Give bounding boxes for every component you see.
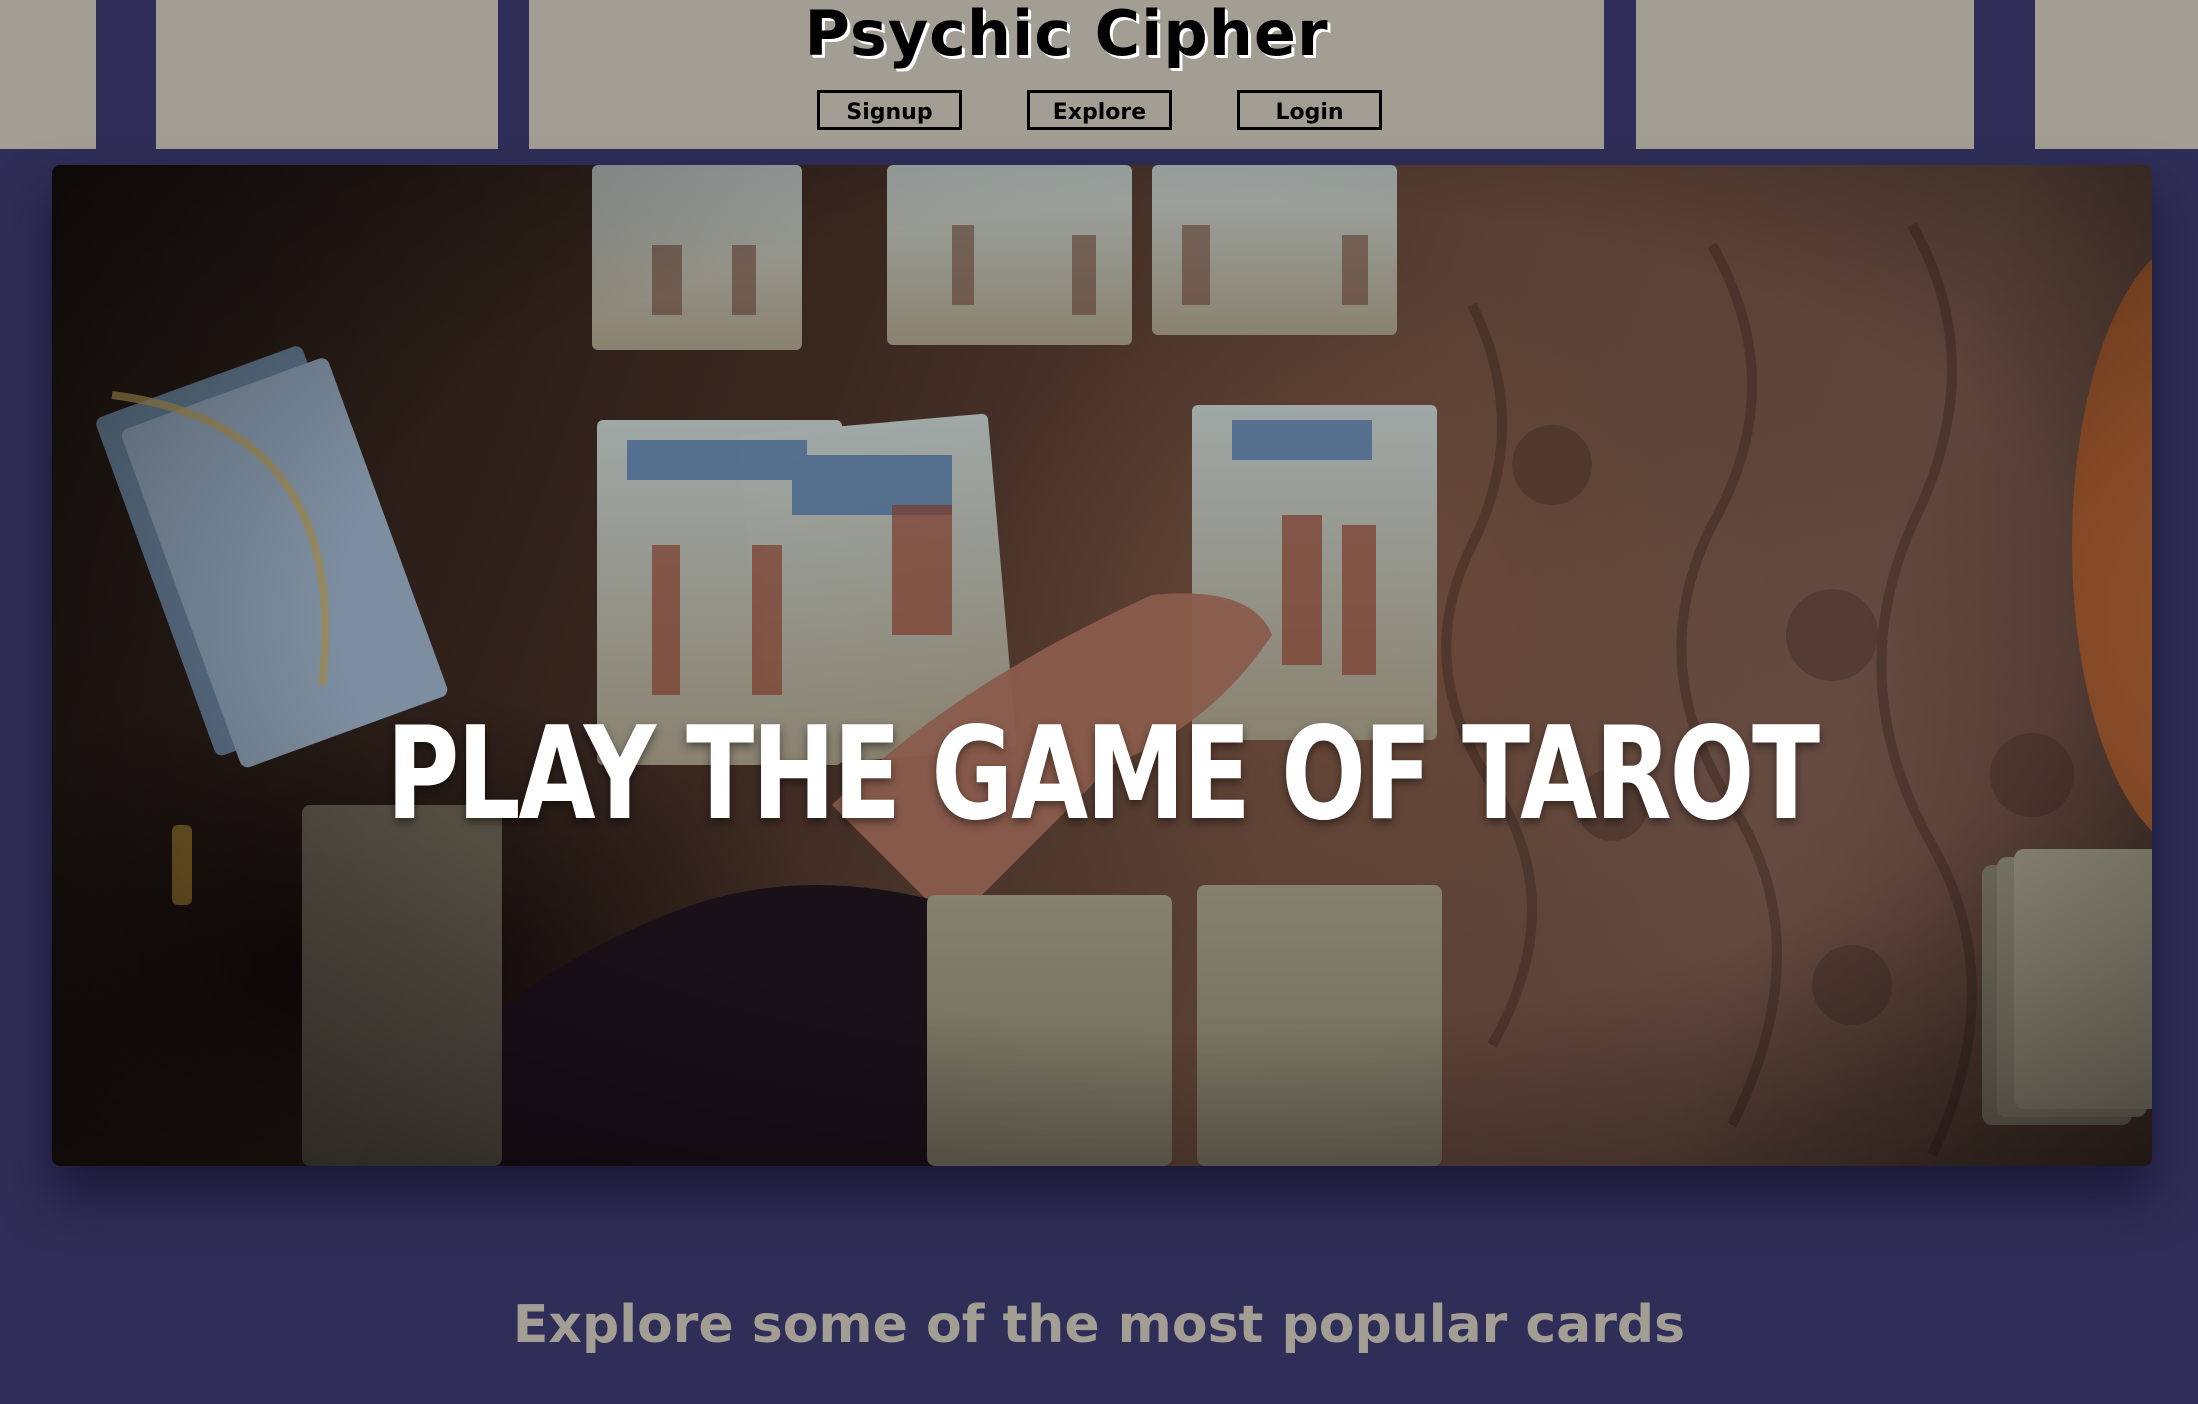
page: Psychic Cipher Signup Explore Login PLAY… (0, 0, 2198, 1404)
tarot-table-photo (52, 165, 2152, 1166)
site-title: Psychic Cipher (804, 0, 1329, 70)
login-button[interactable]: Login (1237, 90, 1382, 130)
explore-button[interactable]: Explore (1027, 90, 1172, 130)
explore-heading: Explore some of the most popular cards (512, 1295, 1686, 1355)
signup-button[interactable]: Signup (817, 90, 962, 130)
main-nav: Signup Explore Login (0, 90, 2198, 136)
hero-banner: PLAY THE GAME OF TAROT (52, 165, 2152, 1166)
hero-title: PLAY THE GAME OF TAROT (386, 700, 1820, 849)
